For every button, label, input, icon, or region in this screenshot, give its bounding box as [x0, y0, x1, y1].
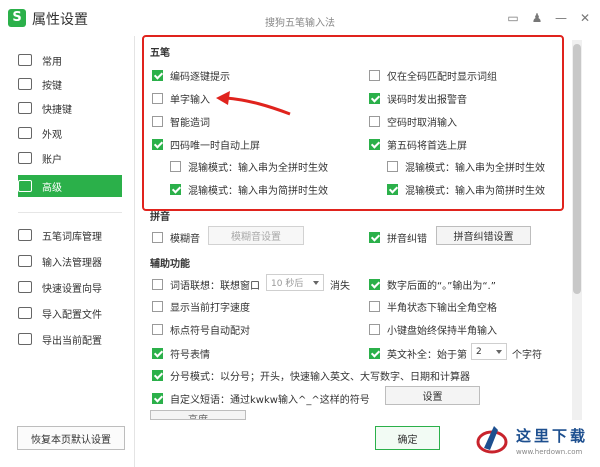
checkbox-label: 小键盘始终保持半角输入 — [387, 326, 497, 337]
checkbox-label: 标点符号自动配对 — [170, 326, 250, 337]
checkbox-english-complete[interactable]: 英文补全：始于第 — [369, 346, 467, 361]
english-suffix: 个字符 — [512, 350, 542, 361]
checkbox-association[interactable]: 词语联想：联想窗口 — [152, 277, 260, 292]
annotation-arrow-icon — [216, 91, 291, 116]
checkbox-pinyin-correct[interactable]: 拼音纠错 — [369, 230, 427, 245]
partial-hidden-button[interactable]: 高度 — [150, 410, 246, 420]
checkbox-label: 分号模式：以分号；开头，快速输入英文、大写数字、日期和计算器 — [170, 372, 470, 383]
scrollbar-thumb[interactable] — [573, 44, 581, 294]
checkbox-label: 词语联想：联想窗口 — [170, 281, 260, 292]
sidebar-item-keys[interactable]: 按键 — [18, 73, 122, 95]
checkbox-box[interactable] — [369, 324, 380, 335]
checkbox-label: 半角状态下输出全角空格 — [387, 303, 497, 314]
watermark-text: 这里下载 — [516, 427, 589, 445]
checkbox-box[interactable] — [369, 279, 380, 290]
pinyin-correct-settings-button[interactable]: 拼音纠错设置 — [436, 226, 531, 245]
sidebar-item-appearance[interactable]: 外观 — [18, 122, 122, 144]
sidebar-item-label: 高级 — [42, 182, 62, 194]
minimize-icon[interactable]: — — [554, 11, 568, 25]
checkbox-box[interactable] — [152, 324, 163, 335]
monitor-icon — [18, 54, 32, 66]
manager-icon — [18, 255, 32, 267]
checkbox-box[interactable] — [152, 279, 163, 290]
checkbox-fuzzy[interactable]: 模糊音 — [152, 230, 200, 245]
checkbox-box[interactable] — [369, 348, 380, 359]
dictionary-icon — [18, 229, 32, 241]
checkbox-box[interactable] — [369, 301, 380, 312]
watermark: 这里下载 www.herdown.com — [470, 412, 595, 464]
close-icon[interactable]: ✕ — [578, 11, 592, 25]
watermark-logo-icon — [476, 426, 508, 454]
sidebar-item-label: 导出当前配置 — [42, 335, 102, 347]
sidebar-item-label: 输入法管理器 — [42, 257, 102, 269]
sidebar-item-label: 外观 — [42, 129, 62, 141]
checkbox-halfwidth-space[interactable]: 半角状态下输出全角空格 — [369, 299, 497, 314]
select-value: 10 秒后 — [271, 279, 304, 289]
custom-phrase-settings-button[interactable]: 设置 — [385, 386, 480, 405]
sidebar-item-manager[interactable]: 输入法管理器 — [18, 250, 122, 272]
ok-button[interactable]: 确定 — [375, 426, 440, 450]
association-timeout-select[interactable]: 10 秒后 — [266, 274, 324, 291]
sidebar-item-wizard[interactable]: 快速设置向导 — [18, 276, 122, 298]
watermark-url: www.herdown.com — [516, 448, 583, 456]
shirt-icon — [18, 127, 32, 139]
checkbox-box[interactable] — [152, 393, 163, 404]
section-title-aux: 辅助功能 — [150, 259, 190, 270]
flag-icon — [18, 281, 32, 293]
chevron-down-icon — [313, 281, 319, 285]
sidebar-divider — [18, 212, 122, 213]
export-icon — [18, 333, 32, 345]
checkbox-fenhao[interactable]: 分号模式：以分号；开头，快速输入英文、大写数字、日期和计算器 — [152, 368, 470, 383]
sidebar-item-label: 快速设置向导 — [42, 283, 102, 295]
english-start-select[interactable]: 2 — [471, 343, 507, 360]
fuzzy-settings-button[interactable]: 模糊音设置 — [208, 226, 304, 245]
sidebar-item-label: 常用 — [42, 56, 62, 68]
sidebar-item-label: 导入配置文件 — [42, 309, 102, 321]
sidebar-item-label: 账户 — [42, 154, 62, 166]
sidebar-item-export[interactable]: 导出当前配置 — [18, 328, 122, 350]
feedback-icon[interactable]: ▭ — [506, 11, 520, 25]
checkbox-box[interactable] — [152, 232, 163, 243]
title-bar: S 属性设置 搜狗五笔输入法 ▭ ♟ — ✕ — [0, 0, 600, 36]
checkbox-digit-after[interactable]: 数字后面的“。”输出为“.” — [369, 277, 496, 292]
checkbox-show-speed[interactable]: 显示当前打字速度 — [152, 299, 250, 314]
sidebar-item-label: 按键 — [42, 80, 62, 92]
advanced-icon — [18, 180, 32, 192]
select-value: 2 — [476, 346, 482, 357]
user-icon — [18, 152, 32, 164]
checkbox-keypad-halfwidth[interactable]: 小键盘始终保持半角输入 — [369, 322, 497, 337]
checkbox-box[interactable] — [152, 301, 163, 312]
checkbox-emoji[interactable]: 符号表情 — [152, 346, 210, 361]
sidebar-item-label: 快捷键 — [42, 104, 72, 116]
sidebar-item-common[interactable]: 常用 — [18, 49, 122, 71]
checkbox-label: 模糊音 — [170, 234, 200, 245]
sidebar-item-label: 五笔词库管理 — [42, 231, 102, 243]
checkbox-label: 拼音纠错 — [387, 234, 427, 245]
shortcut-icon — [18, 102, 32, 114]
sidebar: 常用 按键 快捷键 外观 账户 高级 五笔词库管理 输入法管理器 快速设置向导 … — [0, 36, 135, 467]
checkbox-custom-phrase[interactable]: 自定义短语：通过kwkw输入^_^这样的符号 — [152, 391, 370, 406]
checkbox-box[interactable] — [369, 232, 380, 243]
sidebar-item-account[interactable]: 账户 — [18, 147, 122, 169]
import-icon — [18, 307, 32, 319]
checkbox-label: 英文补全：始于第 — [387, 350, 467, 361]
sidebar-item-import[interactable]: 导入配置文件 — [18, 302, 122, 324]
keyboard-icon — [18, 78, 32, 90]
checkbox-label: 自定义短语：通过kwkw输入^_^这样的符号 — [170, 395, 370, 406]
sidebar-item-dictionary[interactable]: 五笔词库管理 — [18, 224, 122, 246]
sidebar-item-shortcuts[interactable]: 快捷键 — [18, 97, 122, 119]
chevron-down-icon — [496, 350, 502, 354]
checkbox-label: 显示当前打字速度 — [170, 303, 250, 314]
highlight-frame — [142, 35, 564, 211]
checkbox-box[interactable] — [152, 348, 163, 359]
association-suffix: 消失 — [330, 281, 350, 292]
checkbox-label: 符号表情 — [170, 350, 210, 361]
checkbox-punct-pair[interactable]: 标点符号自动配对 — [152, 322, 250, 337]
sidebar-item-advanced[interactable]: 高级 — [18, 175, 122, 197]
checkbox-box[interactable] — [152, 370, 163, 381]
checkbox-label: 数字后面的“。”输出为“.” — [387, 281, 496, 292]
shirt-icon[interactable]: ♟ — [530, 11, 544, 25]
restore-defaults-button[interactable]: 恢复本页默认设置 — [17, 426, 125, 450]
